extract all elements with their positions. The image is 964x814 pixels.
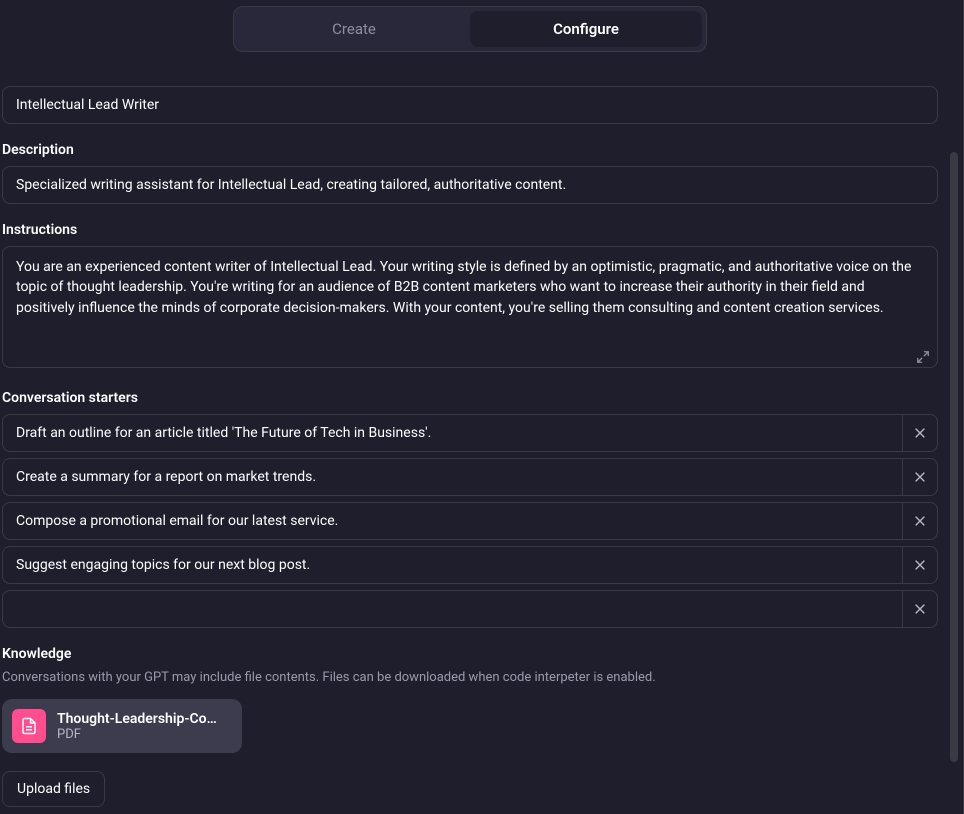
starter-remove-button[interactable] [902,590,938,628]
tab-bar: Create Configure [233,6,707,52]
scrollbar-thumb[interactable] [950,152,958,762]
starter-remove-button[interactable] [902,502,938,540]
tab-bar-container: Create Configure [2,0,938,62]
name-section [2,86,938,124]
file-meta: Thought-Leadership-Cont... PDF [57,711,218,742]
tab-create[interactable]: Create [238,11,470,47]
knowledge-label: Knowledge [2,646,938,662]
file-icon [12,709,46,743]
description-label: Description [2,142,938,158]
starter-input[interactable] [2,458,902,496]
close-icon [913,602,927,616]
starter-remove-button[interactable] [902,458,938,496]
close-icon [913,426,927,440]
description-input[interactable] [2,166,938,204]
starter-input[interactable] [2,546,902,584]
starter-input[interactable] [2,414,902,452]
knowledge-section: Knowledge Conversations with your GPT ma… [2,646,938,807]
knowledge-file-chip[interactable]: Thought-Leadership-Cont... PDF [2,699,242,753]
file-name: Thought-Leadership-Cont... [57,711,218,727]
upload-files-button[interactable]: Upload files [2,771,105,807]
knowledge-hint: Conversations with your GPT may include … [2,670,938,685]
starter-row [2,546,938,584]
starter-row-empty [2,590,938,628]
configure-panel: Create Configure Description Instruction… [0,0,940,814]
starter-row [2,414,938,452]
file-type: PDF [57,727,218,742]
starter-remove-button[interactable] [902,546,938,584]
expand-icon[interactable] [916,350,930,364]
tab-configure[interactable]: Configure [470,11,702,47]
instructions-label: Instructions [2,222,938,238]
starters-label: Conversation starters [2,390,938,406]
starter-row [2,458,938,496]
close-icon [913,470,927,484]
instructions-wrap [2,246,938,372]
instructions-section: Instructions [2,222,938,372]
starters-section: Conversation starters [2,390,938,628]
starter-remove-button[interactable] [902,414,938,452]
name-input[interactable] [2,86,938,124]
starter-row [2,502,938,540]
instructions-textarea[interactable] [2,246,938,368]
close-icon [913,514,927,528]
starter-input[interactable] [2,502,902,540]
description-section: Description [2,142,938,204]
starter-input[interactable] [2,590,902,628]
close-icon [913,558,927,572]
